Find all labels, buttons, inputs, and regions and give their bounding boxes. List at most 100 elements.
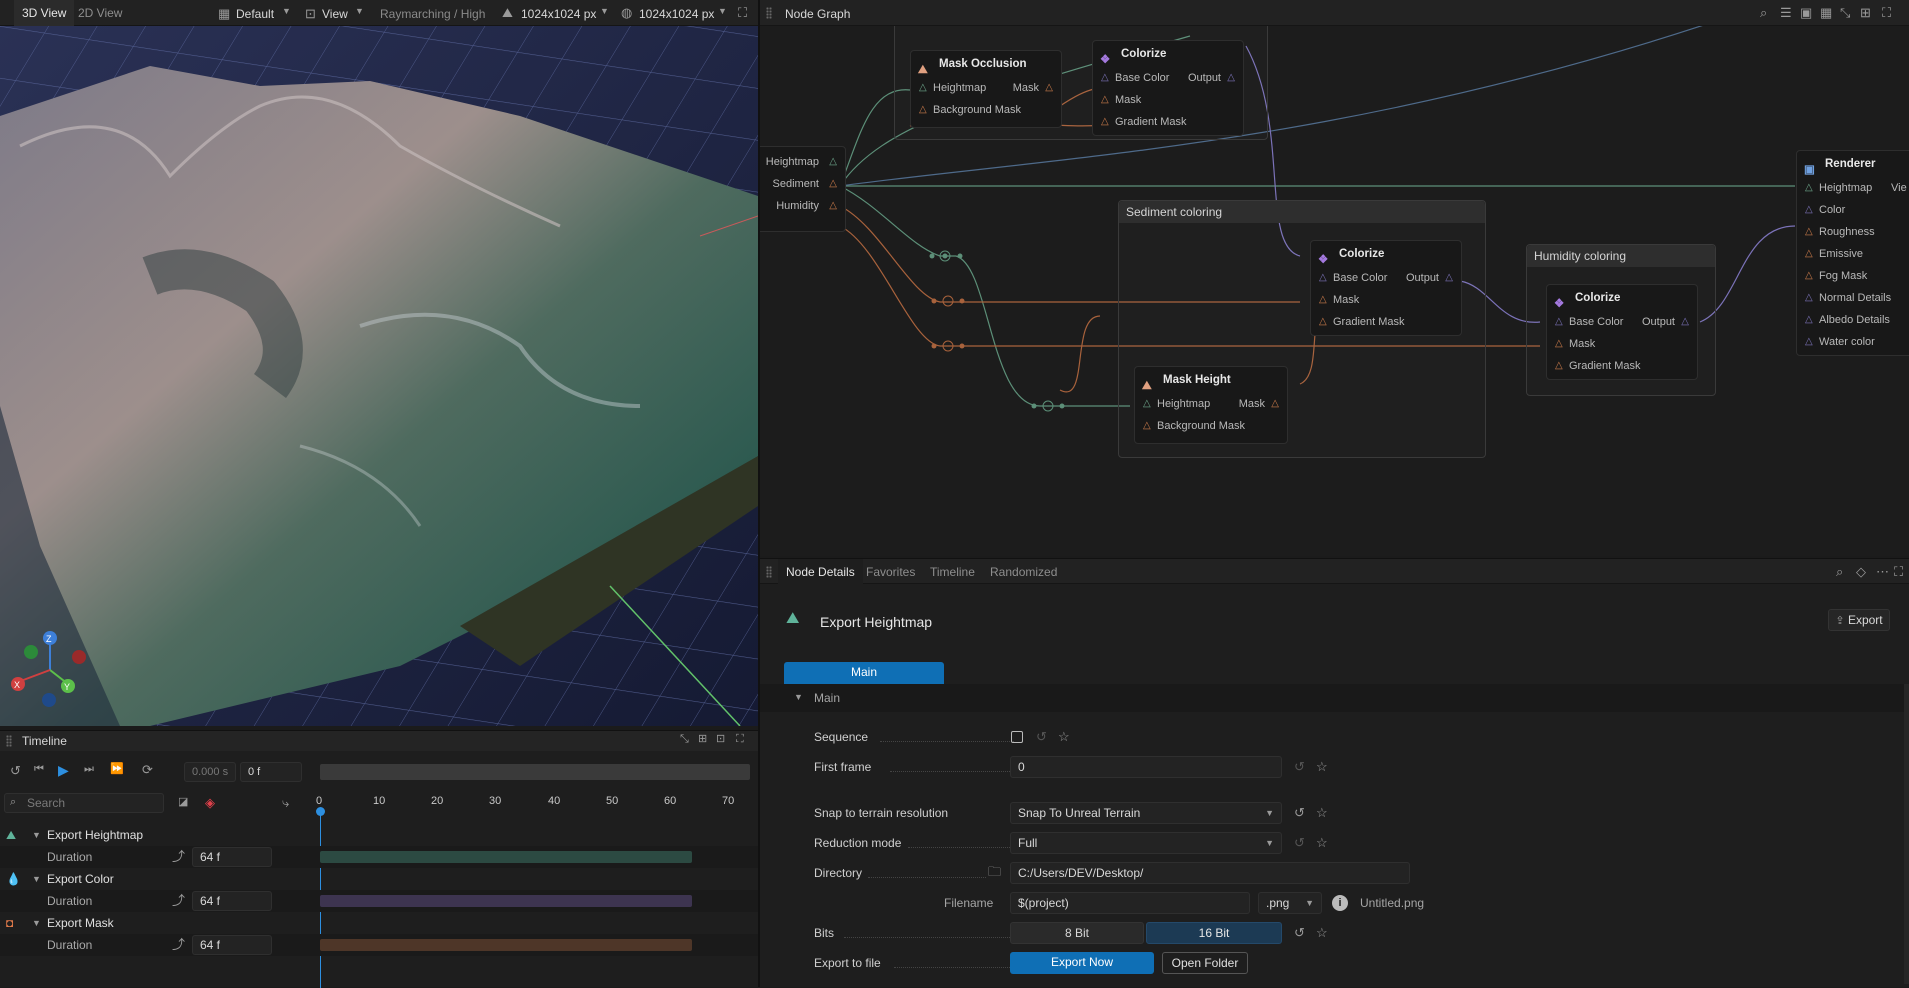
star-icon[interactable]: ☆ bbox=[1316, 926, 1328, 939]
input-node[interactable]: Heightmap △ Sediment △ Humidity △ bbox=[760, 146, 846, 232]
time-field[interactable]: 0.000 s bbox=[184, 762, 236, 782]
view-menu[interactable]: View bbox=[322, 7, 348, 21]
directory-field[interactable]: C:/Users/DEV/Desktop/ bbox=[1010, 862, 1410, 884]
search-input[interactable]: Search bbox=[4, 793, 164, 813]
tab-2d-view[interactable]: 2D View bbox=[70, 0, 130, 26]
duration-bar[interactable] bbox=[320, 851, 692, 863]
tab-node-details[interactable]: Node Details bbox=[778, 559, 863, 585]
tab-randomized[interactable]: Randomized bbox=[982, 559, 1065, 585]
step-forward-icon[interactable]: ⏭ bbox=[84, 764, 94, 775]
node-graph-canvas[interactable]: Heightmap △ Sediment △ Humidity △ ⛰ Mask Occ… bbox=[760, 26, 1909, 556]
timeline-scrubber[interactable] bbox=[320, 764, 750, 780]
reset-icon[interactable]: ↺ bbox=[1036, 730, 1047, 743]
reset-icon[interactable]: ↺ bbox=[1294, 926, 1305, 939]
colorize-node[interactable]: ❖ Colorize △ Base Color Output △ △ Mask △ Grad… bbox=[1546, 284, 1698, 380]
extension-dropdown[interactable]: .png ▼ bbox=[1258, 892, 1322, 914]
frame-icon[interactable]: ▣ bbox=[1800, 6, 1812, 19]
info-icon[interactable]: i bbox=[1332, 895, 1348, 911]
tab-favorites[interactable]: Favorites bbox=[858, 559, 923, 585]
star-icon[interactable]: ☆ bbox=[1316, 760, 1328, 773]
fit-icon[interactable]: ⤡ bbox=[680, 734, 689, 745]
chevron-down-icon[interactable]: ▼ bbox=[355, 7, 364, 16]
search-icon[interactable]: ⌕ bbox=[1760, 6, 1767, 19]
reduction-dropdown[interactable]: Full ▼ bbox=[1010, 832, 1282, 854]
curve-icon[interactable]: ⤴ bbox=[172, 850, 185, 863]
timeline-ruler[interactable]: 0 10 20 30 40 50 60 70 bbox=[310, 791, 758, 815]
open-folder-button[interactable]: Open Folder bbox=[1162, 952, 1248, 974]
collapse-icon[interactable]: ▼ bbox=[32, 912, 41, 934]
curve-icon[interactable]: ⤴ bbox=[172, 894, 185, 907]
camera-icon[interactable]: ⊡ bbox=[716, 734, 725, 745]
play-icon[interactable]: ▶ bbox=[58, 763, 69, 777]
first-frame-field[interactable]: 0 bbox=[1010, 756, 1282, 778]
collapse-icon[interactable]: ▼ bbox=[32, 868, 41, 890]
diamond-icon[interactable]: ◇ bbox=[1856, 565, 1866, 578]
colorize-node[interactable]: ❖ Colorize △ Base Color Output △ △ Mask △ Grad… bbox=[1310, 240, 1462, 336]
scrollbar[interactable] bbox=[1904, 684, 1909, 984]
loop-icon[interactable]: ⟳ bbox=[142, 763, 153, 776]
duration-bar[interactable] bbox=[320, 895, 692, 907]
reset-icon[interactable]: ↺ bbox=[1294, 806, 1305, 819]
bits-16-button[interactable]: 16 Bit bbox=[1146, 922, 1282, 944]
collapse-icon[interactable]: ▼ bbox=[32, 824, 41, 846]
render-mode[interactable]: Raymarching / High bbox=[380, 7, 485, 21]
frame-field[interactable]: 0 f bbox=[240, 762, 302, 782]
step-back-icon[interactable]: ⏮ bbox=[34, 764, 44, 775]
fast-forward-icon[interactable]: ⏩ bbox=[110, 764, 124, 775]
fit-icon[interactable]: ⤡ bbox=[1840, 6, 1850, 19]
link-icon[interactable]: ⤷ bbox=[282, 796, 289, 809]
resolution-b[interactable]: 1024x1024 px bbox=[639, 7, 714, 21]
search-icon[interactable]: ⌕ bbox=[1836, 565, 1843, 578]
chevron-down-icon[interactable]: ▼ bbox=[718, 7, 727, 16]
filename-field[interactable]: $(project) bbox=[1010, 892, 1250, 914]
reset-icon[interactable]: ↺ bbox=[10, 764, 21, 777]
bits-8-button[interactable]: 8 Bit bbox=[1010, 922, 1144, 944]
collapse-icon[interactable]: ▼ bbox=[794, 692, 803, 702]
preset-dropdown[interactable]: Default bbox=[236, 7, 274, 21]
tab-timeline[interactable]: Timeline bbox=[922, 559, 983, 585]
star-icon[interactable]: ☆ bbox=[1316, 836, 1328, 849]
3d-viewport[interactable]: Z Y X bbox=[0, 26, 758, 726]
list-icon[interactable]: ☰ bbox=[1780, 6, 1792, 19]
tab-main[interactable]: Main bbox=[784, 662, 944, 684]
resolution-a[interactable]: 1024x1024 px bbox=[521, 7, 596, 21]
curve-icon[interactable]: ◪ bbox=[178, 797, 188, 808]
playhead-handle[interactable] bbox=[316, 807, 325, 816]
reset-icon[interactable]: ↺ bbox=[1294, 836, 1305, 849]
renderer-node[interactable]: ▣ Renderer △ Heightmap Vie △ Color △ Roughnes… bbox=[1796, 150, 1909, 356]
track-row[interactable]: ⛰ ▼ Export Heightmap bbox=[0, 824, 760, 846]
more-icon[interactable]: ⋯ bbox=[1876, 565, 1889, 578]
colorize-node[interactable]: ❖ Colorize △ Base Color Output △ △ Mask △ Grad… bbox=[1092, 40, 1244, 136]
drag-handle-icon[interactable] bbox=[766, 566, 772, 578]
track-row[interactable]: 💧 ▼ Export Color bbox=[0, 868, 760, 890]
sequence-checkbox[interactable] bbox=[1011, 731, 1023, 743]
tab-3d-view[interactable]: 3D View bbox=[14, 0, 75, 26]
mask-height-node[interactable]: ⛰ Mask Height △ Heightmap Mask △ △ Background… bbox=[1134, 366, 1288, 444]
keyframe-icon[interactable]: ◈ bbox=[205, 796, 215, 809]
star-icon[interactable]: ☆ bbox=[1058, 730, 1070, 743]
duration-field[interactable]: 64 f bbox=[192, 847, 272, 867]
maximize-icon[interactable]: ⛶ bbox=[1882, 6, 1891, 19]
drag-handle-icon[interactable] bbox=[6, 735, 12, 747]
axis-gizmo[interactable]: Z Y X bbox=[6, 626, 96, 716]
chevron-down-icon[interactable]: ▼ bbox=[600, 7, 609, 16]
drag-handle-icon[interactable] bbox=[766, 7, 772, 19]
zoom-icon[interactable]: ⊞ bbox=[1860, 6, 1871, 19]
export-now-button[interactable]: Export Now bbox=[1010, 952, 1154, 974]
curve-icon[interactable]: ⤴ bbox=[172, 938, 185, 951]
maximize-icon[interactable]: ⛶ bbox=[738, 6, 747, 19]
zoom-icon[interactable]: ⊞ bbox=[698, 734, 707, 745]
maximize-icon[interactable]: ⛶ bbox=[1894, 565, 1903, 578]
layout-icon[interactable]: ▦ bbox=[1820, 6, 1832, 19]
chevron-down-icon[interactable]: ▼ bbox=[282, 7, 291, 16]
star-icon[interactable]: ☆ bbox=[1316, 806, 1328, 819]
section-header[interactable]: ▼ Main bbox=[760, 684, 1904, 712]
folder-icon[interactable]: 🗀 bbox=[988, 865, 1001, 878]
snap-dropdown[interactable]: Snap To Unreal Terrain ▼ bbox=[1010, 802, 1282, 824]
mask-occlusion-node[interactable]: ⛰ Mask Occlusion △ Heightmap Mask △ △ Backgro… bbox=[910, 50, 1062, 128]
duration-bar[interactable] bbox=[320, 939, 692, 951]
maximize-icon[interactable]: ⛶ bbox=[736, 734, 744, 745]
export-button[interactable]: ⇪ Export bbox=[1828, 609, 1890, 631]
reset-icon[interactable]: ↺ bbox=[1294, 760, 1305, 773]
duration-field[interactable]: 64 f bbox=[192, 935, 272, 955]
